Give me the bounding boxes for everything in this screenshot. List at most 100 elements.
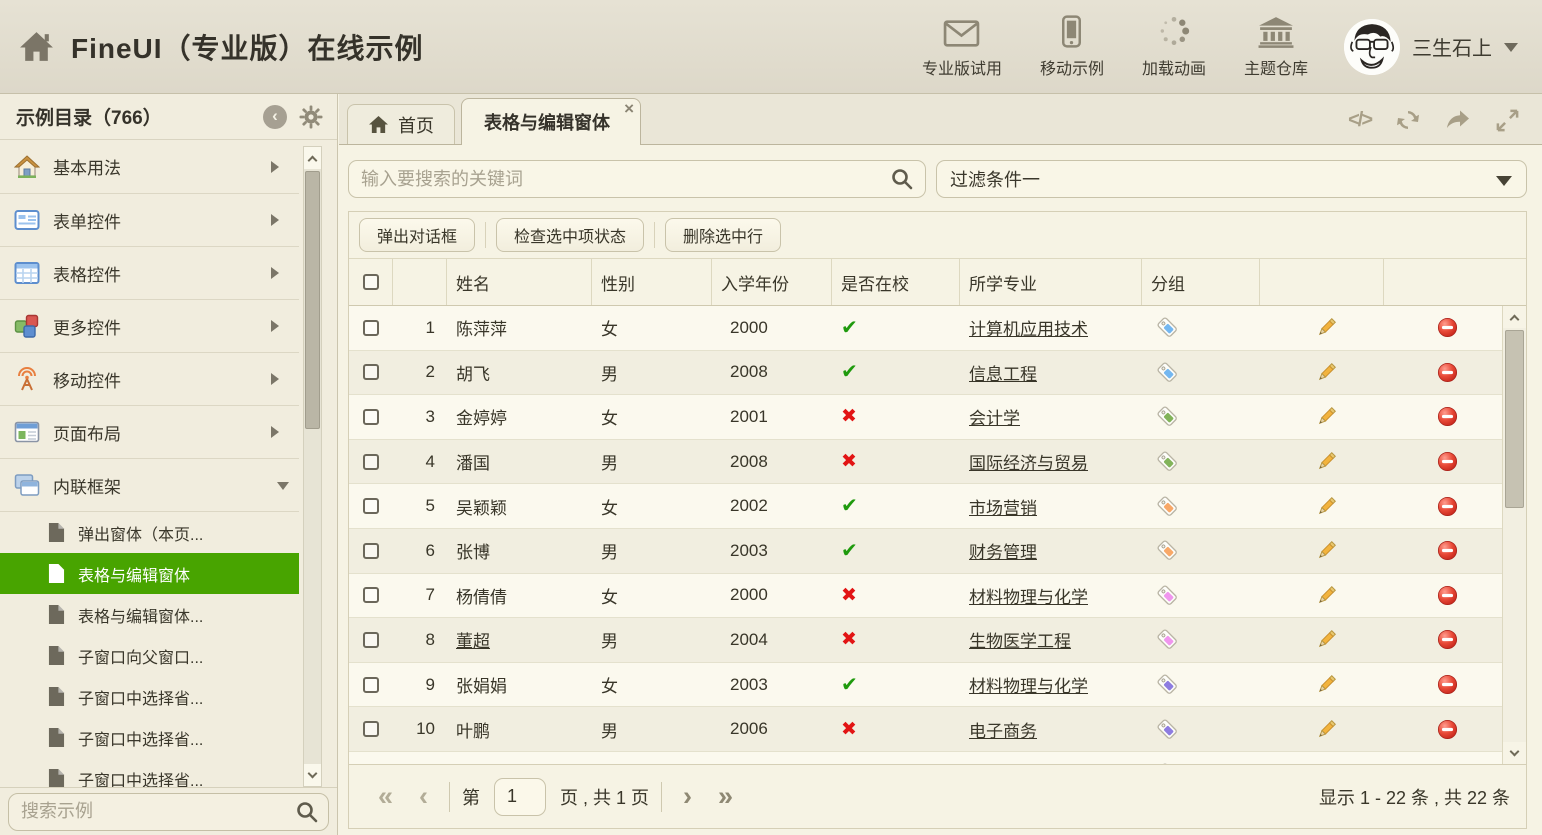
tab-home[interactable]: 首页 bbox=[347, 104, 455, 144]
collapse-circle-icon[interactable]: ‹ bbox=[263, 105, 287, 129]
sidebar-submenu-item[interactable]: 表格与编辑窗体... bbox=[0, 594, 299, 635]
delete-icon[interactable] bbox=[1437, 585, 1458, 606]
search-icon[interactable] bbox=[295, 800, 319, 824]
scrollbar-thumb[interactable] bbox=[1505, 330, 1524, 508]
search-icon[interactable] bbox=[890, 167, 914, 191]
row-checkbox[interactable] bbox=[363, 454, 379, 470]
scroll-up-icon[interactable] bbox=[1503, 306, 1526, 328]
user-menu[interactable]: 三生石上 bbox=[1344, 19, 1542, 75]
tag-icon[interactable] bbox=[1156, 405, 1179, 428]
row-checkbox[interactable] bbox=[363, 677, 379, 693]
sidebar-menu-item[interactable]: 内联框架 bbox=[0, 458, 299, 511]
row-checkbox[interactable] bbox=[363, 498, 379, 514]
major-link[interactable]: 国际经济与贸易 bbox=[969, 449, 1088, 474]
edit-pencil-icon[interactable] bbox=[1315, 673, 1338, 696]
tag-icon[interactable] bbox=[1156, 584, 1179, 607]
refresh-icon[interactable] bbox=[1395, 107, 1421, 133]
row-checkbox[interactable] bbox=[363, 409, 379, 425]
scroll-down-icon[interactable] bbox=[1503, 742, 1526, 764]
row-checkbox[interactable] bbox=[363, 543, 379, 559]
edit-pencil-icon[interactable] bbox=[1315, 628, 1338, 651]
major-link[interactable]: 信息工程 bbox=[969, 360, 1037, 385]
delete-icon[interactable] bbox=[1437, 451, 1458, 472]
sidebar-menu-item[interactable]: 更多控件 bbox=[0, 299, 299, 352]
header-nav-item[interactable]: 主题仓库 bbox=[1244, 15, 1308, 79]
sidebar-menu-item[interactable]: 基本用法 bbox=[0, 140, 299, 193]
delete-icon[interactable] bbox=[1437, 540, 1458, 561]
edit-pencil-icon[interactable] bbox=[1315, 718, 1338, 741]
major-link[interactable]: 市场营销 bbox=[969, 494, 1037, 519]
edit-pencil-icon[interactable] bbox=[1315, 405, 1338, 428]
tag-icon[interactable] bbox=[1156, 539, 1179, 562]
sidebar-submenu-item[interactable]: 子窗口向父窗口... bbox=[0, 635, 299, 676]
first-page-icon[interactable]: « bbox=[378, 783, 393, 810]
row-checkbox[interactable] bbox=[363, 632, 379, 648]
edit-pencil-icon[interactable] bbox=[1315, 316, 1338, 339]
tag-icon[interactable] bbox=[1156, 718, 1179, 741]
edit-pencil-icon[interactable] bbox=[1315, 539, 1338, 562]
prev-page-icon[interactable]: ‹ bbox=[419, 783, 428, 810]
major-link[interactable]: 电子商务 bbox=[969, 717, 1037, 742]
row-checkbox[interactable] bbox=[363, 721, 379, 737]
delete-icon[interactable] bbox=[1437, 719, 1458, 740]
page-number-input[interactable] bbox=[494, 778, 546, 816]
sidebar-menu-item[interactable]: 移动控件 bbox=[0, 352, 299, 405]
select-all-checkbox[interactable] bbox=[363, 274, 379, 290]
major-link[interactable]: 材料物理与化学 bbox=[969, 583, 1088, 608]
delete-icon[interactable] bbox=[1437, 362, 1458, 383]
scroll-up-icon[interactable] bbox=[304, 147, 321, 169]
tag-icon[interactable] bbox=[1156, 450, 1179, 473]
header-nav-item[interactable]: 移动示例 bbox=[1040, 15, 1104, 79]
avatar[interactable] bbox=[1344, 19, 1400, 75]
sidebar-scrollbar[interactable] bbox=[303, 146, 322, 787]
edit-pencil-icon[interactable] bbox=[1315, 495, 1338, 518]
share-icon[interactable] bbox=[1445, 108, 1471, 132]
grid-scrollbar[interactable] bbox=[1502, 306, 1526, 764]
scroll-down-icon[interactable] bbox=[304, 764, 321, 786]
keyword-search-input[interactable] bbox=[348, 160, 926, 198]
tab-grid-edit-window[interactable]: 表格与编辑窗体 × bbox=[461, 98, 641, 145]
sidebar-submenu-item[interactable]: 表格与编辑窗体 bbox=[0, 553, 299, 594]
delete-icon[interactable] bbox=[1437, 629, 1458, 650]
close-icon[interactable]: × bbox=[624, 100, 634, 117]
delete-icon[interactable] bbox=[1437, 496, 1458, 517]
edit-pencil-icon[interactable] bbox=[1315, 450, 1338, 473]
last-page-icon[interactable]: » bbox=[718, 783, 733, 810]
major-link[interactable]: 计算机应用技术 bbox=[969, 315, 1088, 340]
delete-icon[interactable] bbox=[1437, 406, 1458, 427]
sidebar-submenu-item[interactable]: 子窗口中选择省... bbox=[0, 717, 299, 758]
tag-icon[interactable] bbox=[1156, 361, 1179, 384]
sidebar-submenu-item[interactable]: 子窗口中选择省... bbox=[0, 676, 299, 717]
scrollbar-thumb[interactable] bbox=[305, 171, 320, 429]
sidebar-menu-item[interactable]: 页面布局 bbox=[0, 405, 299, 458]
next-page-icon[interactable]: › bbox=[683, 783, 692, 810]
major-link[interactable]: 会计学 bbox=[969, 404, 1020, 429]
major-link[interactable]: 材料物理与化学 bbox=[969, 672, 1088, 697]
sidebar-menu-item[interactable]: 表格控件 bbox=[0, 246, 299, 299]
row-checkbox[interactable] bbox=[363, 320, 379, 336]
code-icon[interactable]: </> bbox=[1348, 109, 1371, 132]
edit-pencil-icon[interactable] bbox=[1315, 361, 1338, 384]
header-nav-item[interactable]: 专业版试用 bbox=[922, 15, 1002, 79]
sidebar-submenu-item[interactable]: 子窗口中选择省... bbox=[0, 758, 299, 787]
delete-selected-button[interactable]: 删除选中行 bbox=[665, 218, 781, 252]
header-nav-item[interactable]: 加载动画 bbox=[1142, 15, 1206, 79]
delete-icon[interactable] bbox=[1437, 317, 1458, 338]
tag-icon[interactable] bbox=[1156, 673, 1179, 696]
tag-icon[interactable] bbox=[1156, 316, 1179, 339]
expand-icon[interactable] bbox=[1495, 108, 1520, 133]
row-checkbox[interactable] bbox=[363, 364, 379, 380]
major-link[interactable]: 生物医学工程 bbox=[969, 627, 1071, 652]
open-dialog-button[interactable]: 弹出对话框 bbox=[359, 218, 475, 252]
delete-icon[interactable] bbox=[1437, 674, 1458, 695]
major-link[interactable]: 财务管理 bbox=[969, 538, 1037, 563]
tag-icon[interactable] bbox=[1156, 495, 1179, 518]
sidebar-search-input[interactable] bbox=[8, 793, 329, 831]
edit-pencil-icon[interactable] bbox=[1315, 584, 1338, 607]
filter-dropdown[interactable]: 过滤条件一 bbox=[936, 160, 1527, 198]
gear-icon[interactable] bbox=[299, 105, 323, 129]
sidebar-submenu-item[interactable]: 弹出窗体（本页... bbox=[0, 512, 299, 553]
row-checkbox[interactable] bbox=[363, 587, 379, 603]
sidebar-menu-item[interactable]: 表单控件 bbox=[0, 193, 299, 246]
tag-icon[interactable] bbox=[1156, 628, 1179, 651]
